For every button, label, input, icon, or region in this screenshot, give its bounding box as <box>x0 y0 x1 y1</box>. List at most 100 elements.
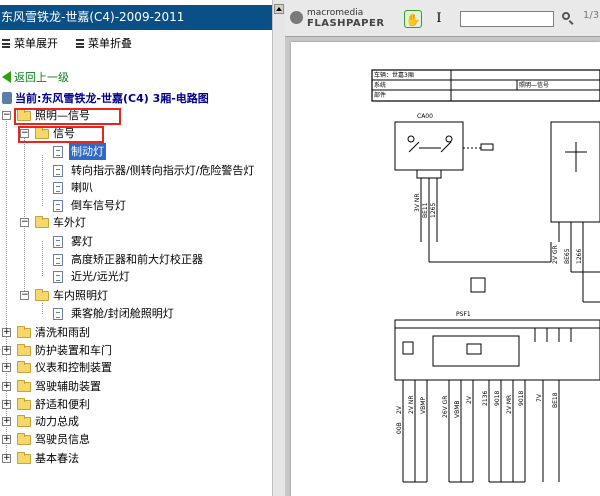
tree-leaf-horn[interactable]: 喇叭 <box>0 179 270 196</box>
expand-toggle-icon[interactable]: + <box>2 400 11 409</box>
wire-bottom-label: BE18 <box>552 392 559 408</box>
tree-node-lighting-signal[interactable]: − 照明—信号 <box>0 107 270 124</box>
folder-icon <box>17 398 31 410</box>
tree-node-label: 车内照明灯 <box>53 289 108 302</box>
folder-icon <box>17 344 31 356</box>
collapse-toggle-icon[interactable]: − <box>20 129 29 138</box>
tree-node-driving-aids[interactable]: + 驾驶辅助装置 <box>0 378 270 395</box>
wire-bottom-label: 2V <box>466 395 473 404</box>
document-icon <box>53 182 63 194</box>
back-link[interactable]: 返回上一级 <box>2 70 69 85</box>
folder-open-icon <box>35 216 49 228</box>
folder-icon <box>17 415 31 427</box>
current-path: 当前:东风雪铁龙-世嘉(C4) 3厢-电路图 <box>2 91 209 106</box>
folder-open-icon <box>17 109 31 121</box>
tree-leaf-label: 倒车信号灯 <box>71 199 126 212</box>
collapse-menu-button[interactable]: 菜单折叠 <box>76 37 132 51</box>
tree-leaf-brake-light[interactable]: 制动灯 <box>0 143 270 160</box>
tree-node-comfort[interactable]: + 舒适和便利 <box>0 396 270 413</box>
header-vehicle: 车辆：世嘉3厢 <box>374 71 414 79</box>
document-icon <box>53 254 63 266</box>
wire-bottom-label: VBMB <box>454 400 461 418</box>
scroll-up-arrow-icon[interactable] <box>274 4 284 14</box>
tree-leaf-label: 雾灯 <box>71 235 93 248</box>
tree-node-label: 仪表和控制装置 <box>35 361 112 374</box>
expand-toggle-icon[interactable]: + <box>2 346 11 355</box>
wire-bottom-label: 2V NR <box>408 396 415 415</box>
tree-node-wash-wipe[interactable]: + 清洗和雨刮 <box>0 324 270 341</box>
tree-node-label: 车外灯 <box>53 216 86 229</box>
expand-toggle-icon[interactable]: + <box>2 435 11 444</box>
tree-node-driver-info[interactable]: + 驾驶员信息 <box>0 431 270 448</box>
wire-bottom-label: 2V <box>396 405 403 414</box>
tree-node-label: 驾驶员信息 <box>35 433 90 446</box>
expand-toggle-icon[interactable]: + <box>2 328 11 337</box>
tree-leaf-low-high-beam[interactable]: 近光/远光灯 <box>0 268 270 285</box>
tree-node-signal[interactable]: − 信号 <box>0 125 270 142</box>
wire-bottom-label: VBMP <box>420 397 427 414</box>
tree-node-label: 基本春法 <box>35 452 79 465</box>
document-icon <box>53 146 63 158</box>
tree-node-interior-lights[interactable]: − 车内照明灯 <box>0 287 270 304</box>
folder-icon <box>17 361 31 373</box>
tree-leaf-headlamp-leveler[interactable]: 高度矫正器和前大灯校正器 <box>0 251 270 268</box>
document-icon <box>53 165 63 177</box>
tree-node-label: 防护装置和车门 <box>35 344 112 357</box>
header-right-label: 照明—信号 <box>519 81 549 89</box>
text-select-icon[interactable]: I <box>432 10 446 28</box>
header-part: 部件 <box>374 91 386 99</box>
document-title: 1/3:10/39 <box>583 10 600 21</box>
tree-leaf-cabin-light[interactable]: 乘客舱/封闭舱照明灯 <box>0 305 270 322</box>
expand-toggle-icon[interactable]: + <box>2 417 11 426</box>
app-title-bar: 东风雪铁龙-世嘉(C4)-2009-2011 <box>0 5 272 30</box>
viewer-toolbar: macromedia FLASHPAPER ✋ I 1/3:10/39 <box>285 0 600 37</box>
tree-leaf-turn-signal[interactable]: 转向指示器/侧转向指示灯/危险警告灯 <box>0 162 270 179</box>
wire-top-label: BE11 <box>422 202 429 218</box>
tree-scrollbar[interactable] <box>272 0 285 496</box>
connector-mid-label: PSF1 <box>456 311 471 318</box>
collapse-toggle-icon[interactable]: − <box>20 218 29 227</box>
wire-right-label: BE65 <box>564 248 571 264</box>
tree-node-protection-doors[interactable]: + 防护装置和车门 <box>0 342 270 359</box>
hand-tool-icon[interactable]: ✋ <box>404 10 422 28</box>
expand-toggle-icon[interactable]: + <box>2 363 11 372</box>
tree-leaf-reverse-light[interactable]: 倒车信号灯 <box>0 197 270 214</box>
tree-node-powertrain[interactable]: + 动力总成 <box>0 413 270 430</box>
flashpaper-logo-icon <box>290 11 303 24</box>
wire-right-label: 1266 <box>576 249 583 264</box>
wire-bottom-label: 9018 <box>494 391 501 406</box>
folder-icon <box>17 452 31 464</box>
tree-leaf-label: 喇叭 <box>71 181 93 194</box>
tree-node-basics[interactable]: + 基本春法 <box>0 450 270 467</box>
tree-node-label: 照明—信号 <box>35 109 90 122</box>
wire-top-label: 3V NR <box>414 194 421 213</box>
tree-node-label: 驾驶辅助装置 <box>35 380 101 393</box>
collapse-toggle-icon[interactable]: − <box>20 291 29 300</box>
tree-node-instruments[interactable]: + 仪表和控制装置 <box>0 359 270 376</box>
document-icon <box>53 308 63 320</box>
search-input[interactable] <box>460 11 554 27</box>
folder-open-icon <box>35 127 49 139</box>
tree-leaf-fog-light[interactable]: 雾灯 <box>0 233 270 250</box>
back-arrow-icon <box>2 71 11 83</box>
wire-bottom-label: 2V MR <box>506 395 513 414</box>
expand-menu-label: 菜单展开 <box>14 37 58 50</box>
collapse-menu-label: 菜单折叠 <box>88 37 132 50</box>
wire-bottom-label: 9018 <box>518 391 525 406</box>
schematic-lines <box>371 69 600 483</box>
collapse-toggle-icon[interactable]: − <box>2 111 11 120</box>
wiring-diagram: 车辆：世嘉3厢 系统 部件 照明—信号 CA00 PSF1 3V NR BE11… <box>371 69 600 483</box>
wire-bottom-label: 2136 <box>482 391 489 406</box>
tree-node-label: 清洗和雨刮 <box>35 326 90 339</box>
tree-leaf-label: 乘客舱/封闭舱照明灯 <box>71 307 174 320</box>
magnifier-icon[interactable] <box>561 11 577 27</box>
wire-top-label: 1265 <box>430 203 437 218</box>
tree-node-exterior-lights[interactable]: − 车外灯 <box>0 214 270 231</box>
document-page[interactable]: 车辆：世嘉3厢 系统 部件 照明—信号 CA00 PSF1 3V NR BE11… <box>291 42 600 496</box>
folder-icon <box>17 433 31 445</box>
document-icon <box>53 200 63 212</box>
expand-toggle-icon[interactable]: + <box>2 382 11 391</box>
expand-menu-button[interactable]: 菜单展开 <box>2 37 58 51</box>
tree-node-label: 动力总成 <box>35 415 79 428</box>
expand-toggle-icon[interactable]: + <box>2 454 11 463</box>
